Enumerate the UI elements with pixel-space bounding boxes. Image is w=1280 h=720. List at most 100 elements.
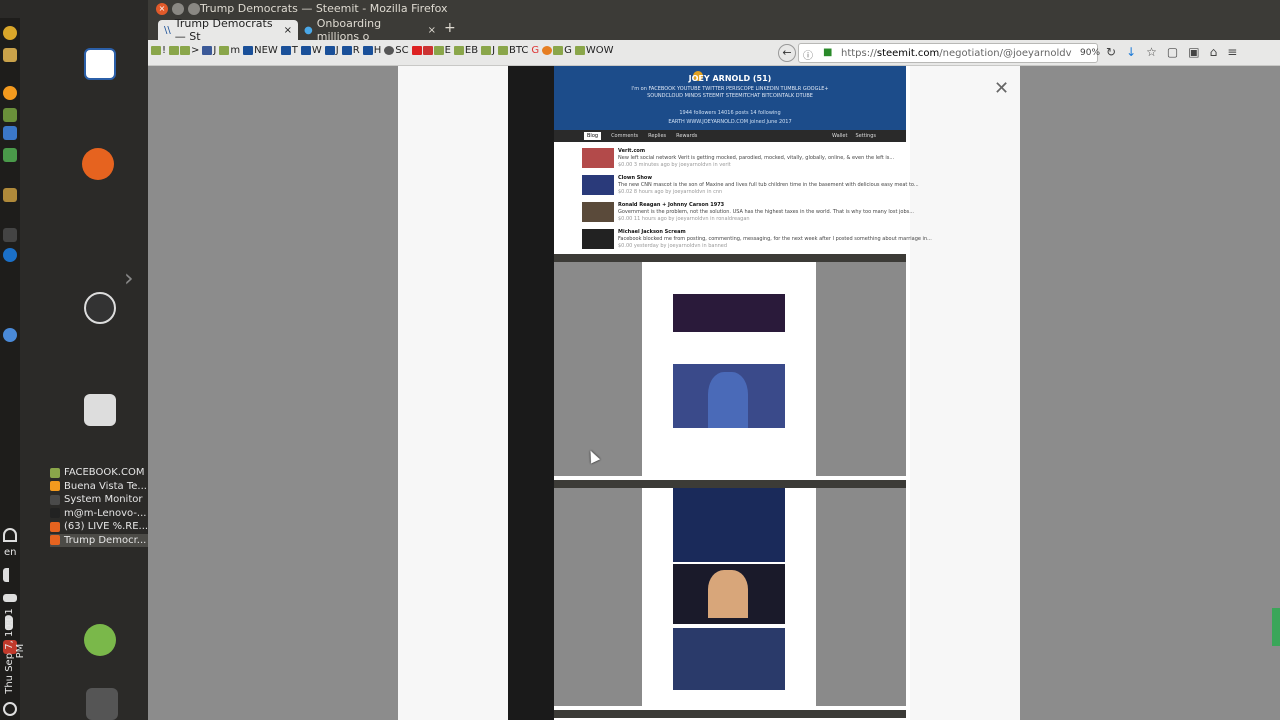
volume-icon[interactable] — [3, 568, 17, 582]
twitter-icon: ● — [304, 24, 313, 36]
task-item[interactable]: (63) LIVE %.RE... — [50, 520, 148, 534]
user-share-icon[interactable] — [84, 624, 116, 656]
bookmark-item[interactable]: E — [411, 45, 451, 56]
bookmark-item[interactable]: BTC — [498, 45, 528, 56]
firefox-icon[interactable] — [82, 148, 114, 180]
tab-comments[interactable]: Comments — [611, 133, 638, 139]
bookmark-item[interactable]: H — [362, 45, 381, 56]
task-item[interactable]: Buena Vista Te... — [50, 480, 148, 494]
wifi-icon[interactable] — [3, 528, 17, 542]
list-item[interactable]: Michael Jackson Scream Facebook blocked … — [582, 229, 932, 253]
steemit-icon — [362, 46, 373, 55]
folder-icon — [180, 46, 191, 55]
bookmark-item[interactable]: ! — [151, 45, 166, 56]
task-item[interactable]: FACEBOOK.COM — [50, 466, 148, 480]
bitcoin-icon[interactable] — [3, 26, 17, 40]
maximize-window-button[interactable] — [188, 3, 200, 15]
spreadsheet-icon[interactable] — [3, 148, 17, 162]
tab-trump-democrats[interactable]: \\ Trump Democrats — St × — [158, 17, 298, 43]
zoom-level[interactable]: 90% — [1080, 48, 1100, 58]
info-icon[interactable]: ⓘ — [803, 47, 813, 62]
bookmark-item[interactable]: J — [481, 45, 495, 56]
menu-icon[interactable]: ≡ — [1227, 45, 1237, 59]
page-content: ✕ JOEY ARNOLD (51) I'm on FACEBOOK YOUTU… — [148, 66, 1280, 720]
tab-settings[interactable]: Settings — [855, 133, 876, 139]
bookmark-item[interactable]: W — [300, 45, 322, 56]
post-thumbnail — [582, 229, 614, 249]
back-button[interactable]: ← — [778, 44, 796, 62]
tab-onboarding[interactable]: ● Onboarding millions o × — [298, 17, 442, 43]
keyboard-language[interactable]: en — [4, 547, 17, 558]
bitcoin-icon[interactable] — [3, 86, 17, 100]
navigation-bar: ! > J m NEW T W J R H SC E EB J BTC G G … — [148, 40, 1280, 66]
clock[interactable]: Thu Sep 7, 10:01 PM — [4, 606, 26, 696]
tab-rewards[interactable]: Rewards — [676, 133, 697, 139]
app-icon[interactable] — [3, 48, 17, 62]
close-tab-icon[interactable]: × — [428, 25, 436, 36]
folder-icon — [553, 46, 564, 55]
close-tab-icon[interactable]: × — [284, 25, 292, 36]
bookmark-item[interactable]: SC — [384, 45, 409, 56]
bookmark-star-icon[interactable]: ☆ — [1146, 45, 1157, 59]
youtube-icon — [411, 46, 422, 55]
tab-blog[interactable]: Blog — [584, 132, 602, 140]
task-item[interactable]: System Monitor — [50, 493, 148, 507]
ubuntu-icon[interactable] — [84, 292, 116, 324]
bookmark-item[interactable]: WOW — [574, 45, 614, 56]
list-item[interactable]: Clown Show The new CNN mascot is the son… — [582, 175, 919, 199]
clipboard-icon[interactable]: ▢ — [1167, 45, 1178, 59]
trash-icon[interactable] — [86, 688, 118, 720]
app-icon[interactable] — [3, 108, 17, 122]
close-modal-icon[interactable]: ✕ — [994, 78, 1009, 99]
folder-icon — [574, 46, 585, 55]
steemit-icon — [341, 46, 352, 55]
bookmark-item[interactable]: J — [324, 45, 339, 56]
download-icon[interactable]: ↓ — [1126, 45, 1136, 59]
nested-screenshot — [554, 254, 906, 476]
folder-icon — [169, 46, 180, 55]
new-tab-button[interactable]: + — [444, 20, 456, 36]
chrome-icon[interactable] — [3, 328, 17, 342]
home-icon[interactable]: ⌂ — [1210, 45, 1218, 59]
tab-wallet[interactable]: Wallet — [832, 133, 848, 139]
steemit-icon — [243, 46, 254, 55]
nested-screenshot — [554, 480, 906, 706]
bookmark-item[interactable]: NEW — [243, 45, 278, 56]
close-window-button[interactable]: × — [156, 3, 168, 15]
image-lightbox[interactable]: JOEY ARNOLD (51) I'm on FACEBOOK YOUTUBE… — [508, 66, 932, 720]
folder-icon — [481, 46, 492, 55]
profile-stats: 1944 followers 14016 posts 14 following — [679, 110, 781, 116]
list-item[interactable]: Verit.com New left social network Verit … — [582, 148, 894, 172]
bookmark-item[interactable]: > — [169, 45, 199, 56]
folder-icon[interactable] — [3, 188, 17, 202]
bookmarks-toolbar: ! > J m NEW T W J R H SC E EB J BTC G G … — [151, 45, 614, 56]
terminal-icon[interactable] — [3, 228, 17, 242]
steemit-icon — [280, 46, 291, 55]
youtube-icon[interactable]: ▣ — [1188, 45, 1199, 59]
window-title: Trump Democrats — Steemit - Mozilla Fire… — [200, 2, 448, 15]
bookmark-item[interactable]: G — [542, 45, 572, 56]
task-item[interactable]: m@m-Lenovo-... — [50, 507, 148, 521]
bookmark-item[interactable]: G — [531, 45, 539, 56]
steem-icon[interactable] — [3, 248, 17, 262]
url-bar[interactable]: ⓘ ■ https://steemit.com/negotiation/@joe… — [798, 43, 1098, 63]
tab-replies[interactable]: Replies — [648, 133, 666, 139]
bookmark-item[interactable]: T — [280, 45, 298, 56]
task-item[interactable]: Trump Democr... — [50, 533, 148, 547]
document-icon[interactable] — [84, 48, 116, 80]
bookmark-item[interactable]: EB — [453, 45, 478, 56]
reload-icon[interactable]: ↻ — [1106, 45, 1116, 59]
scrollbar-thumb[interactable] — [1272, 608, 1280, 646]
bookmark-item[interactable]: m — [219, 45, 240, 56]
minimize-window-button[interactable] — [172, 3, 184, 15]
gmail-icon — [422, 46, 433, 55]
battery-icon[interactable] — [3, 594, 17, 602]
calendar-icon[interactable] — [3, 126, 17, 140]
list-item[interactable]: Ronald Reagan + Johnny Carson 1973 Gover… — [582, 202, 914, 226]
bookmark-item[interactable]: J — [202, 45, 216, 56]
chevron-right-icon[interactable]: › — [124, 264, 134, 292]
archive-icon[interactable] — [84, 394, 116, 426]
power-icon[interactable] — [3, 702, 17, 716]
nested-image — [708, 570, 748, 618]
bookmark-item[interactable]: R — [341, 45, 360, 56]
